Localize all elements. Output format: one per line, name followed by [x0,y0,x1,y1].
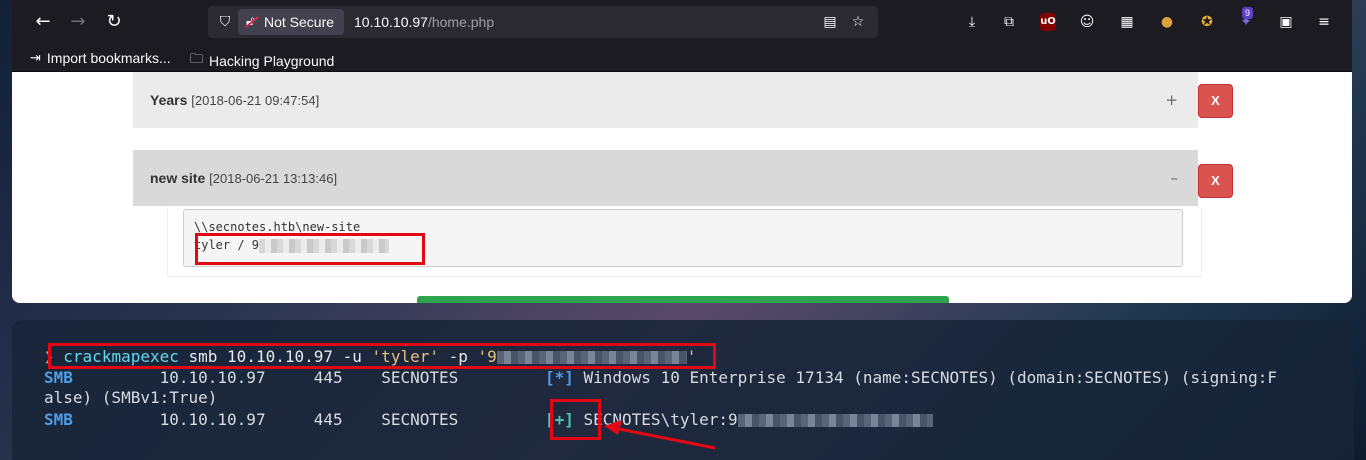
bookmark-label: Hacking Playground [209,53,335,69]
protocol: SMB [44,410,73,429]
qr-code-icon[interactable]: ▦ [1117,12,1137,32]
tracking-shield-icon[interactable]: ⛉ [216,13,234,31]
highlight-command-box [48,343,716,369]
reader-view-icon[interactable]: ▤ [822,14,838,30]
not-secure-label: Not Secure [264,14,335,30]
bookmark-label: Import bookmarks... [46,50,171,66]
expand-icon[interactable]: + [1165,72,1178,128]
new-note-button[interactable] [417,296,949,303]
bookmark-star-icon[interactable]: ☆ [850,14,866,30]
cookie-icon[interactable]: ● [1157,12,1177,32]
collapse-icon[interactable]: – [1171,150,1179,206]
back-icon[interactable]: ← [32,11,54,33]
page-content: Years [2018-06-21 09:47:54] + X new site… [12,72,1352,303]
netbios-name: SECNOTES [381,368,459,387]
forward-icon[interactable]: → [67,11,89,33]
note-timestamp: [2018-06-21 13:13:46] [209,171,338,186]
insecure-lock-icon: 🔓︎ [246,9,254,35]
highlight-credentials-box [195,233,425,265]
ublock-icon[interactable]: uO [1040,13,1056,31]
note-title: new site [150,170,206,186]
reload-icon[interactable]: ↻ [103,11,125,33]
arrow-shaft [613,426,716,450]
folder-icon: 🗀 [190,52,204,67]
terminal-output-row: SMB 10.10.10.97 445 SECNOTES [+] SECNOTE… [44,410,933,430]
container-icon[interactable]: ▣ [1276,12,1296,32]
extension-count-badge: 9 [1242,7,1254,19]
note-header-years[interactable]: Years [2018-06-21 09:47:54] + [133,72,1198,128]
port: 445 [313,368,343,387]
output-message: alse) (SMBv1:True) [44,388,218,407]
url-bar[interactable]: ⛉ 🔓︎ Not Secure 10.10.10.97/home.php ▤ ☆ [208,6,878,38]
url-text[interactable]: 10.10.10.97/home.php [354,14,494,30]
bookmarks-toolbar: ⇥ Import bookmarks... 🗀 Hacking Playgrou… [12,44,1352,72]
downloads-icon[interactable]: ⤓ [962,12,982,32]
import-icon: ⇥ [30,50,41,66]
note-header-new-site[interactable]: new site [2018-06-21 13:13:46] – [133,150,1198,206]
annotation-arrow-icon [604,420,716,450]
browser-toolbar: ← → ↻ ⛉ 🔓︎ Not Secure 10.10.10.97/home.p… [12,0,1352,44]
status-info: [*] [544,368,574,387]
delete-note-button[interactable]: X [1198,84,1233,118]
redacted-password [737,414,933,427]
site-security-indicator[interactable]: 🔓︎ Not Secure [238,9,345,35]
host-ip: 10.10.10.97 [159,368,266,387]
highlight-success-box [550,399,601,440]
output-message: Windows 10 Enterprise 17134 (name:SECNOT… [583,368,1278,387]
delete-note-button[interactable]: X [1198,164,1233,198]
terminal-output-row: SMB 10.10.10.97 445 SECNOTES [*] Windows… [44,368,1277,388]
netbios-name: SECNOTES [381,410,459,429]
terminal-output-continuation: alse) (SMBv1:True) [44,388,217,408]
port: 445 [313,410,343,429]
url-host: 10.10.10.97 [354,14,428,30]
note-timestamp: [2018-06-21 09:47:54] [191,93,320,108]
extension-badge-icon[interactable]: ✪ [1197,12,1217,32]
arrow-head [604,420,622,435]
menu-icon[interactable]: ≡ [1314,12,1334,32]
bookmark-folder-hacking[interactable]: 🗀 Hacking Playground [190,50,334,72]
extensions-icon[interactable]: ⧉ [999,12,1019,32]
host-ip: 10.10.10.97 [159,410,266,429]
extension-face-icon[interactable]: ☺ [1077,12,1097,32]
note-title: Years [150,92,188,108]
protocol: SMB [44,368,73,387]
bookmark-import[interactable]: ⇥ Import bookmarks... [30,50,171,66]
url-path: /home.php [427,14,495,30]
